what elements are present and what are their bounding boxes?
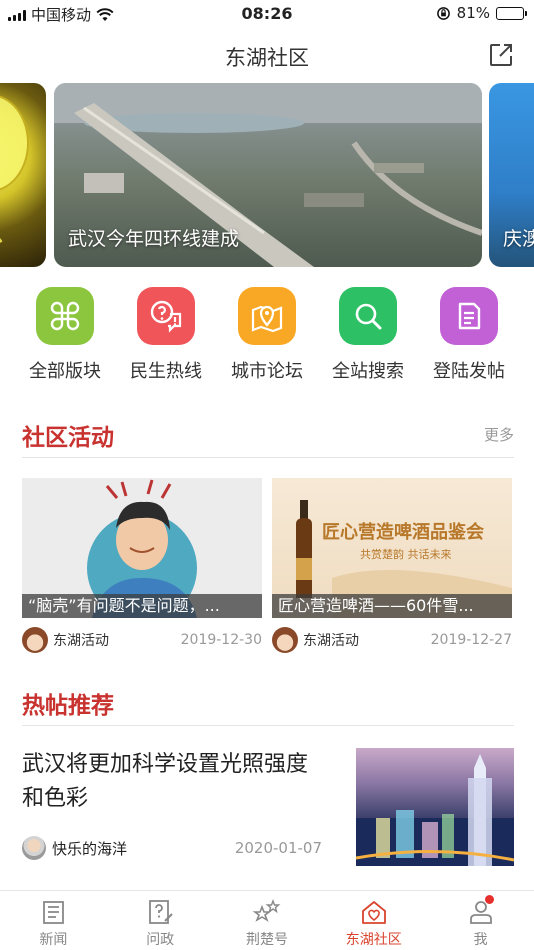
avatar (272, 627, 298, 653)
banner-slide-next[interactable]: 庆澳 (489, 83, 534, 267)
activity-image: “脑壳”有问题不是问题，... (22, 478, 262, 618)
post-author: 快乐的海洋 (52, 839, 128, 858)
quick-link-all-boards[interactable]: 全部版块 (20, 287, 110, 387)
night-skyline-image (356, 754, 514, 866)
tab-label: 荆楚号 (245, 932, 288, 948)
banner-slide-current[interactable]: 武汉今年四环线建成 (54, 83, 482, 267)
quick-link-hotline[interactable]: 民生热线 (121, 287, 211, 387)
tab-jingchu[interactable]: 荆楚号 (214, 891, 321, 950)
search-icon (339, 287, 397, 345)
share-icon[interactable] (488, 42, 514, 68)
activity-list: “脑壳”有问题不是问题，... 东湖活动 2019-12-30 匠心营造啤酒品鉴… (22, 478, 514, 658)
tab-news[interactable]: 新闻 (0, 891, 107, 950)
post-title: 武汉将更加科学设置光照强度和色彩 (22, 752, 309, 811)
activities-header: 社区活动 更多 (22, 418, 514, 458)
hotline-chat-icon (137, 287, 195, 345)
battery-percent: 81% (456, 4, 490, 22)
banner-caption: 武汉今年四环线建成 (68, 228, 240, 250)
quick-link-city-forum[interactable]: 城市论坛 (222, 287, 312, 387)
more-link[interactable]: 更多 (484, 424, 514, 445)
orientation-lock-icon (436, 6, 450, 20)
activity-caption: “脑壳”有问题不是问题，... (22, 594, 262, 618)
activity-author: 东湖活动 (303, 633, 359, 649)
quick-link-search[interactable]: 全站搜索 (323, 287, 413, 387)
nav-bar: 东湖社区 (0, 30, 534, 80)
news-icon (43, 901, 65, 924)
hot-post-item[interactable]: 武汉将更加科学设置光照强度和色彩 快乐的海洋 2020-01-07 (22, 748, 514, 866)
tab-label: 新闻 (39, 932, 68, 948)
quick-link-label: 全部版块 (29, 361, 101, 382)
activity-caption: 匠心营造啤酒——60件雪... (272, 594, 512, 618)
stars-icon (252, 899, 281, 922)
activity-image: 匠心营造啤酒品鉴会 共赏楚韵 共话未来 匠心营造啤酒——60件雪... (272, 478, 512, 618)
quick-link-label: 全站搜索 (332, 361, 404, 382)
quick-links: 全部版块 民生热线 城市论坛 全站搜索 登陆发帖 (20, 287, 514, 387)
quick-link-label: 民生热线 (130, 361, 202, 382)
post-date: 2020-01-07 (234, 839, 322, 857)
battery-icon (496, 6, 527, 20)
banner-caption-next: 庆澳 (503, 228, 534, 250)
activity-date: 2019-12-27 (430, 632, 512, 648)
lantern-image (0, 95, 29, 243)
activity-author: 东湖活动 (53, 633, 109, 649)
post-thumbnail (356, 748, 514, 866)
document-icon (440, 287, 498, 345)
poster-subtitle: 共赏楚韵 共话未来 (360, 548, 452, 561)
community-home-icon (361, 901, 386, 924)
tab-label: 我 (473, 932, 488, 948)
quick-link-label: 城市论坛 (231, 361, 303, 382)
hot-posts-header: 热帖推荐 (22, 686, 514, 726)
tab-me[interactable]: 我 (427, 891, 534, 950)
map-pin-icon (238, 287, 296, 345)
quick-link-label: 登陆发帖 (433, 361, 505, 382)
grid-icon (36, 287, 94, 345)
tab-donghu-community[interactable]: 东湖社区 (320, 891, 427, 950)
section-title: 社区活动 (22, 425, 114, 451)
section-title: 热帖推荐 (22, 693, 114, 719)
tab-bar: 新闻 问政 荆楚号 东湖社区 我 (0, 890, 534, 950)
avatar (22, 836, 46, 860)
activity-card[interactable]: 匠心营造啤酒品鉴会 共赏楚韵 共话未来 匠心营造啤酒——60件雪... 东湖活动… (272, 478, 512, 654)
banner-slide-previous[interactable] (0, 83, 46, 267)
tab-inquiry[interactable]: 问政 (107, 891, 214, 950)
activity-date: 2019-12-30 (180, 632, 262, 648)
page-title: 东湖社区 (225, 46, 309, 70)
status-bar: 中国移动 08:26 81% (0, 0, 534, 28)
question-icon (149, 900, 173, 924)
banner-carousel[interactable]: 武汉今年四环线建成 庆澳 (0, 83, 534, 267)
poster-title: 匠心营造啤酒品鉴会 (322, 522, 484, 543)
avatar (22, 627, 48, 653)
activity-card[interactable]: “脑壳”有问题不是问题，... 东湖活动 2019-12-30 (22, 478, 262, 654)
tab-label: 东湖社区 (345, 932, 402, 948)
quick-link-login-post[interactable]: 登陆发帖 (424, 287, 514, 387)
tab-label: 问政 (146, 932, 175, 948)
